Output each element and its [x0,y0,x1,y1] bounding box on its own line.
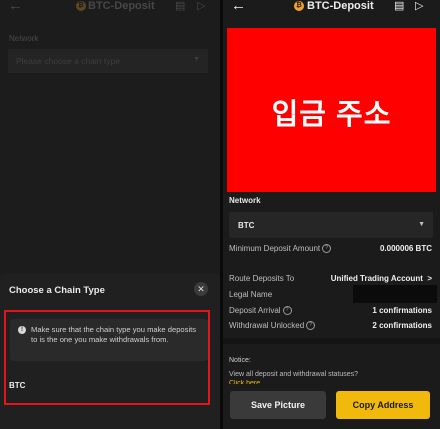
route-deposits-label: Route Deposits To [229,274,295,283]
header: ← ₿ BTC-Deposit ▤ ▷ [0,0,220,14]
withdrawal-unlocked-label: Withdrawal Unlocked? [229,321,316,331]
back-arrow-icon[interactable]: ← [231,0,246,14]
dropdown-icon: ▼ [193,56,200,63]
chain-type-placeholder: Please choose a chain type [16,56,120,66]
withdrawal-unlocked-value: 2 confirmations [372,321,432,330]
help-icon[interactable]: ? [306,321,316,331]
sheet-title: Choose a Chain Type [9,285,105,296]
route-deposits-value[interactable]: Unified Trading Account > [331,274,432,283]
notice-text: View all deposit and withdrawal statuses… [229,371,359,378]
deposit-address-label: 입금 주소 [271,99,392,131]
legal-name-label: Legal Name [229,290,273,299]
chevron-right-icon: > [427,274,432,283]
btc-coin-icon: ₿ [294,1,304,11]
play-icon[interactable]: ▷ [415,0,423,12]
page-title: BTC-Deposit [88,0,155,12]
history-icon[interactable]: ▤ [175,0,185,12]
deposit-address-qr-area: 입금 주소 [227,28,436,192]
network-value: BTC [238,221,255,230]
min-deposit-label: Minimum Deposit Amount? [229,244,332,254]
chain-type-select[interactable]: Please choose a chain type ▼ [8,49,208,73]
page-title: BTC-Deposit [307,0,374,12]
network-select[interactable]: BTC ▼ [229,212,433,238]
copy-address-button[interactable]: Copy Address [336,391,430,419]
deposit-arrival-value: 1 confirmations [372,306,432,315]
save-picture-button[interactable]: Save Picture [230,391,326,419]
notice-label: Notice: [229,357,251,364]
chain-notice: ! Make sure that the chain type you make… [10,319,208,361]
right-panel: ← ₿ BTC-Deposit ▤ ▷ 입금 주소 Network BTC ▼ … [223,0,440,429]
deposit-arrival-label: Deposit Arrival? [229,306,292,316]
left-panel: ← ₿ BTC-Deposit ▤ ▷ Network Please choos… [0,0,220,429]
legal-name-redacted [353,285,437,303]
play-icon[interactable]: ▷ [197,0,205,12]
network-label: Network [229,196,261,205]
info-icon: ! [18,326,26,334]
back-arrow-icon[interactable]: ← [8,0,23,14]
header: ← ₿ BTC-Deposit ▤ ▷ [223,0,440,14]
history-icon[interactable]: ▤ [394,0,404,12]
chain-option-btc[interactable]: BTC [9,381,25,390]
chain-notice-text: Make sure that the chain type you make d… [31,325,197,344]
btc-coin-icon: ₿ [76,1,86,11]
dropdown-icon: ▼ [418,221,425,228]
min-deposit-value: 0.000006 BTC [379,244,432,253]
chain-type-sheet: Choose a Chain Type ✕ ! Make sure that t… [0,274,220,429]
help-icon[interactable]: ? [322,244,332,254]
network-label: Network [9,34,39,43]
help-icon[interactable]: ? [282,306,292,316]
section-divider [223,338,440,344]
close-icon[interactable]: ✕ [194,282,208,296]
